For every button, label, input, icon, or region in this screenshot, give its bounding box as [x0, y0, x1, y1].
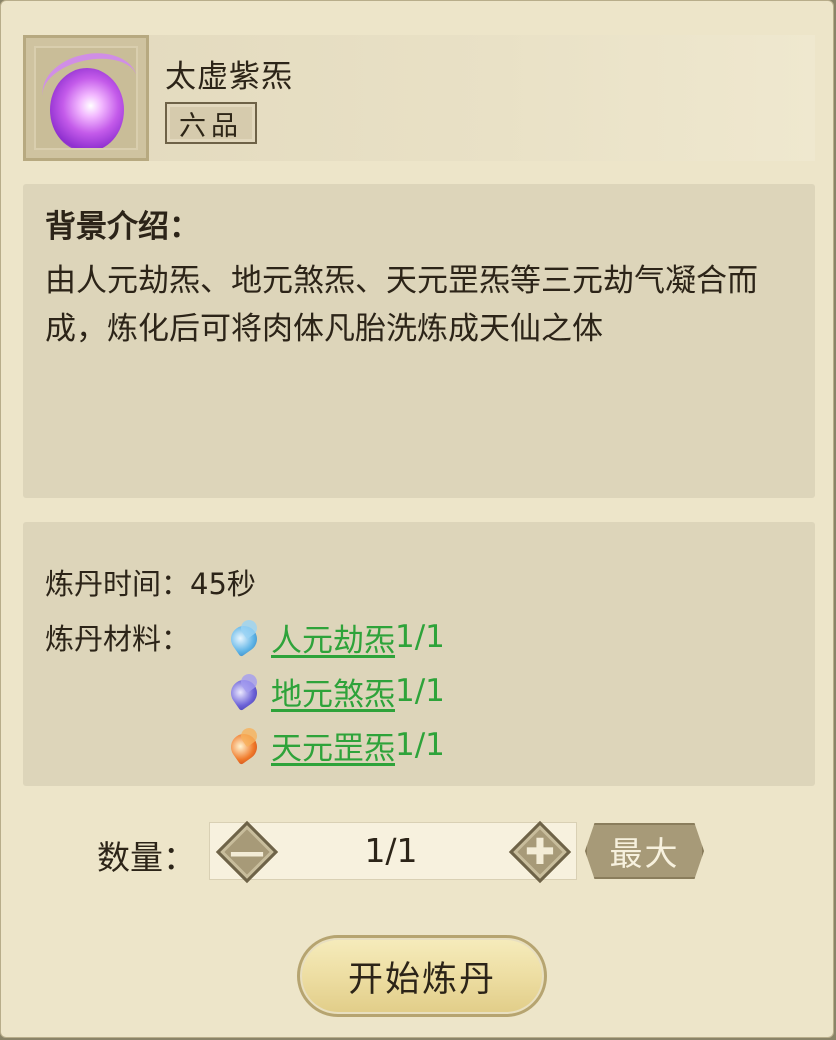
material-name[interactable]: 人元劫炁	[271, 615, 395, 660]
material-item[interactable]: 天元罡炁 1/1	[225, 723, 445, 768]
material-name[interactable]: 地元煞炁	[271, 669, 395, 714]
violet-flame-icon	[225, 670, 265, 712]
increase-button[interactable]: ✚	[508, 820, 572, 884]
material-item[interactable]: 地元煞炁 1/1	[225, 669, 445, 714]
background-title: 背景介绍：	[45, 209, 200, 245]
grade-badge: 六品	[165, 102, 257, 144]
decrease-button[interactable]: —	[215, 820, 279, 884]
max-button[interactable]: 最大	[585, 823, 704, 879]
materials-label: 炼丹材料：	[45, 622, 191, 656]
blue-flame-icon	[225, 616, 265, 658]
material-count: 1/1	[395, 673, 445, 709]
quantity-label: 数量：	[97, 838, 196, 877]
material-item[interactable]: 人元劫炁 1/1	[225, 615, 445, 660]
material-name[interactable]: 天元罡炁	[271, 723, 395, 768]
start-refining-button[interactable]: 开始炼丹	[297, 935, 547, 1017]
material-count: 1/1	[395, 619, 445, 655]
item-icon-frame	[23, 35, 149, 161]
plus-icon: ✚	[524, 831, 556, 873]
minus-icon: —	[229, 831, 265, 873]
purple-orb-icon	[34, 46, 138, 150]
refine-time-label: 炼丹时间：	[45, 567, 191, 601]
orange-flame-icon	[225, 724, 265, 766]
alchemy-panel: 太虚紫炁 六品 背景介绍： 由人元劫炁、地元煞炁、天元罡炁等三元劫气凝合而成，炼…	[0, 0, 834, 1038]
quantity-value: 1/1	[364, 831, 418, 870]
material-count: 1/1	[395, 727, 445, 763]
background-text: 由人元劫炁、地元煞炁、天元罡炁等三元劫气凝合而成，炼化后可将肉体凡胎洗炼成天仙之…	[45, 263, 758, 347]
refine-time: 炼丹时间：45秒	[45, 561, 256, 603]
refine-time-value: 45秒	[190, 567, 256, 601]
item-name: 太虚紫炁	[165, 59, 293, 95]
